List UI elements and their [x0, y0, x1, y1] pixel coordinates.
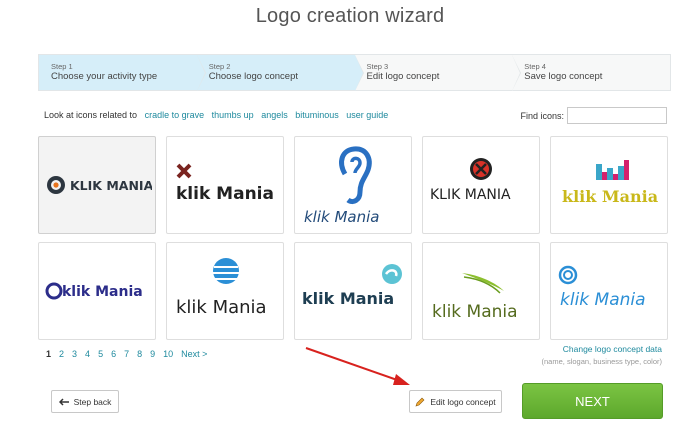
step-number: Step 1 — [51, 62, 73, 71]
step-number: Step 4 — [524, 62, 546, 71]
logo-tile[interactable]: klik Mania — [294, 242, 412, 340]
logo-tile[interactable]: klik Mania — [422, 242, 540, 340]
page-link[interactable]: 6 — [111, 349, 116, 359]
page-link[interactable]: 9 — [150, 349, 155, 359]
pencil-icon — [415, 397, 425, 406]
logo-tile[interactable]: KLIK MANIA — [422, 136, 540, 234]
logo-text: klik Mania — [62, 284, 143, 300]
logo-tile[interactable]: klik Mania — [38, 242, 156, 340]
next-page-link[interactable]: Next > — [181, 349, 207, 359]
page-link[interactable]: 1 — [46, 349, 51, 359]
target-logo-icon: KLIK MANIA — [47, 176, 152, 194]
step-back-button[interactable]: Step back — [51, 390, 119, 413]
related-link-thumbs-up[interactable]: thumbs up — [212, 110, 254, 120]
concept-data-hint: (name, slogan, business type, color) — [541, 357, 662, 366]
skyline-logo-icon: klik Mania — [562, 160, 658, 206]
wave-logo-icon: klik Mania — [302, 264, 402, 308]
step-label: Choose your activity type — [51, 71, 158, 83]
logo-text: klik Mania — [302, 289, 394, 308]
edit-logo-concept-button[interactable]: Edit logo concept — [409, 390, 502, 413]
concept-data: Change logo concept data (name, slogan, … — [542, 344, 662, 366]
related-link-bituminous[interactable]: bituminous — [295, 110, 339, 120]
step-2[interactable]: Step 2 Choose logo concept — [196, 55, 364, 91]
page-link[interactable]: 8 — [137, 349, 142, 359]
related-link-cradle-to-grave[interactable]: cradle to grave — [145, 110, 205, 120]
logo-tile[interactable]: klik Mania — [166, 136, 284, 234]
related-label: Look at icons related to — [44, 110, 138, 120]
step-number: Step 3 — [366, 62, 389, 71]
page-link[interactable]: 5 — [98, 349, 103, 359]
logo-text: KLIK MANIA — [70, 178, 152, 193]
page-link[interactable]: 2 — [59, 349, 64, 359]
red-arrow-annotation — [305, 347, 410, 385]
related-link-angels[interactable]: angels — [261, 110, 288, 120]
pagination: 1 2 3 4 5 6 7 8 9 10 Next > — [46, 349, 207, 359]
step-3[interactable]: Step 3 Edit logo concept — [355, 55, 522, 91]
page-link[interactable]: 4 — [85, 349, 90, 359]
page-title: Logo creation wizard — [255, 5, 445, 27]
x-badge-logo-icon: KLIK MANIA — [430, 158, 511, 203]
find-icons: Find icons: — [520, 107, 667, 124]
logo-tile[interactable]: klik Mania — [550, 242, 668, 340]
ear-logo-icon: klik Mania — [304, 146, 379, 226]
next-button[interactable]: NEXT — [522, 383, 663, 419]
logo-text: klik Mania — [560, 290, 646, 310]
logo-text: klik Mania — [304, 208, 379, 226]
find-icons-input[interactable] — [567, 107, 667, 124]
logo-text: KLIK MANIA — [430, 187, 511, 203]
logo-text: klik Mania — [562, 187, 658, 206]
logo-grid: KLIK MANIA klik Mania klik Mania KLIK MA… — [38, 136, 668, 340]
logo-tile[interactable]: klik Mania — [550, 136, 668, 234]
logo-text: klik Mania — [432, 302, 518, 322]
next-label: NEXT — [575, 393, 610, 409]
swoosh-logo-icon: klik Mania — [432, 273, 518, 322]
page-link[interactable]: 3 — [72, 349, 77, 359]
related-link-user-guide[interactable]: user guide — [346, 110, 388, 120]
logo-text: klik Mania — [176, 184, 274, 204]
logo-text: klik Mania — [176, 297, 267, 318]
globe-logo-icon: klik Mania — [176, 258, 267, 318]
page-link[interactable]: 10 — [163, 349, 173, 359]
logo-tile[interactable]: klik Mania — [166, 242, 284, 340]
ring-logo-icon: klik Mania — [45, 282, 143, 300]
wizard-steps: Step 1 Choose your activity type Step 2 … — [38, 54, 671, 91]
step-4[interactable]: Step 4 Save logo concept — [512, 55, 670, 90]
step-1[interactable]: Step 1 Choose your activity type — [39, 55, 206, 91]
step-label: Edit logo concept — [366, 71, 440, 83]
step-back-label: Step back — [73, 396, 112, 407]
logo-tile[interactable]: KLIK MANIA — [38, 136, 156, 234]
arrow-left-icon — [58, 397, 69, 406]
spiral-logo-icon: klik Mania — [558, 265, 646, 310]
cross-logo-icon: klik Mania — [176, 163, 274, 204]
step-number: Step 2 — [208, 62, 231, 71]
change-concept-data-link[interactable]: Change logo concept data — [542, 344, 662, 354]
logo-tile[interactable]: klik Mania — [294, 136, 412, 234]
step-label: Save logo concept — [524, 71, 603, 83]
related-icons-bar: Look at icons related to cradle to grave… — [44, 110, 388, 120]
step-label: Choose logo concept — [208, 71, 299, 83]
edit-logo-concept-label: Edit logo concept — [430, 396, 496, 407]
page-link[interactable]: 7 — [124, 349, 129, 359]
find-icons-label: Find icons: — [520, 110, 564, 121]
